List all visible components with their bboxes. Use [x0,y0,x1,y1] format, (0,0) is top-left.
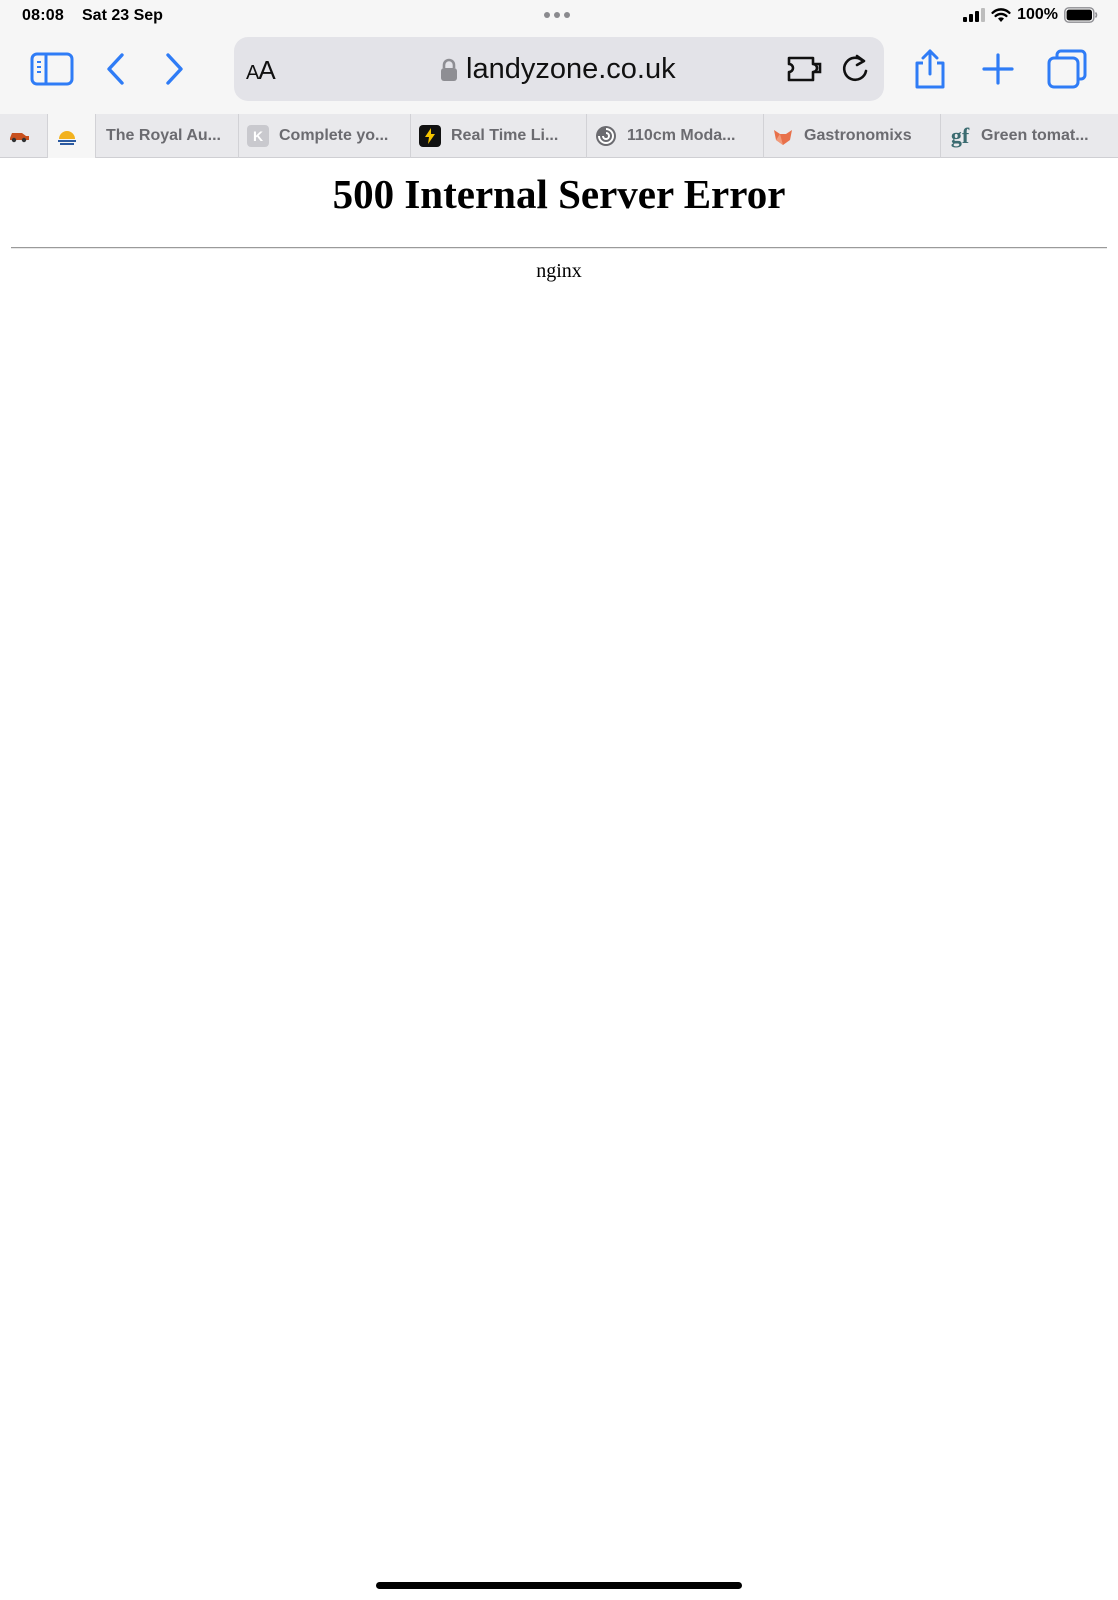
status-date: Sat 23 Sep [82,7,163,24]
lock-icon [441,58,457,81]
plus-icon [982,53,1014,85]
extensions-button[interactable] [786,53,824,90]
reload-icon [842,54,868,82]
multitasking-dots-icon[interactable] [544,12,570,18]
back-button[interactable] [100,50,132,88]
chevron-left-icon [107,53,124,85]
forward-button[interactable] [158,50,190,88]
page-content: 500 Internal Server Error nginx [0,158,1118,1600]
sidebar-toggle-button[interactable] [30,50,74,88]
battery-percent: 100% [1017,6,1058,23]
fox-icon [772,125,794,147]
tab-realtime[interactable]: Real Time Li... [411,114,587,158]
sidebar-icon [30,52,74,86]
battery-icon [1064,7,1098,23]
car-icon [8,125,30,147]
reload-button[interactable] [840,53,870,90]
sunrise-icon [56,125,78,147]
tab-overview-button[interactable] [1046,48,1088,90]
gf-logo-icon: gf [950,123,970,148]
address-bar[interactable]: AA landyzone.co.uk [234,37,884,101]
wifi-icon [991,7,1011,22]
new-tab-button[interactable] [978,50,1018,88]
url-text: landyzone.co.uk [466,53,676,85]
tab-bar: The Royal Au... K Complete yo... Real Ti… [0,114,1118,158]
reader-options-button[interactable]: AA [246,55,276,86]
browser-toolbar: AA landyzone.co.uk [0,32,1118,114]
k-letter-icon: K [247,125,269,147]
status-bar: 08:08 Sat 23 Sep 100% [0,0,1118,32]
tab-pinned-sunrise[interactable] [48,114,96,158]
tab-green-tomato[interactable]: gf Green tomat... [941,114,1118,158]
chevron-right-icon [166,53,183,85]
tab-title: Real Time Li... [451,127,559,144]
tab-complete[interactable]: K Complete yo... [239,114,411,158]
cellular-signal-icon [963,8,986,22]
tab-title: Complete yo... [279,127,389,144]
server-name: nginx [536,260,582,282]
share-icon [915,49,945,89]
tab-title: The Royal Au... [106,127,221,144]
status-indicators: 100% [963,6,1098,24]
lightning-icon [419,125,441,147]
tab-110cm[interactable]: 110cm Moda... [587,114,764,158]
tab-royal[interactable]: The Royal Au... [96,114,239,158]
error-heading: 500 Internal Server Error [332,171,786,217]
tab-pinned-car[interactable] [0,114,48,158]
home-indicator[interactable] [376,1582,742,1589]
tab-title: Green tomat... [981,127,1089,144]
puzzle-extension-icon [787,56,822,82]
tab-title: 110cm Moda... [627,127,736,144]
share-button[interactable] [910,48,950,90]
tab-gastronomixs[interactable]: Gastronomixs [764,114,941,158]
tabs-overview-icon [1047,49,1087,89]
horizontal-rule [11,247,1107,249]
swirl-icon [595,125,617,147]
status-time: 08:08 [22,7,64,24]
tab-title: Gastronomixs [804,127,912,144]
url-display[interactable]: landyzone.co.uk [440,53,676,86]
